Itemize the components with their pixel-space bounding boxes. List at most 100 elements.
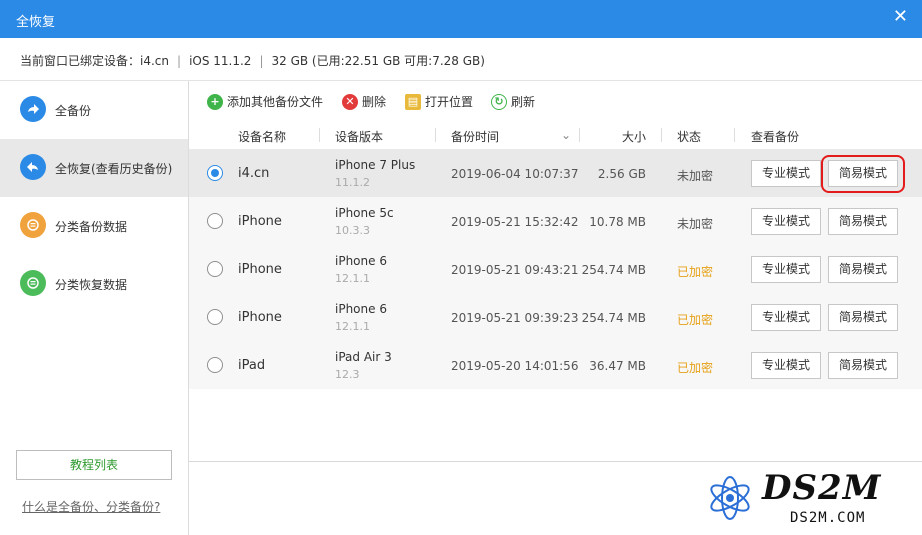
device-model: iPhone 7 Plus [335, 158, 416, 172]
pro-mode-button[interactable]: 专业模式 [751, 304, 821, 331]
window-title: 全恢复 [16, 15, 56, 30]
device-ios-version: 12.1.1 [335, 272, 370, 285]
sidebar-item-category-restore[interactable]: 分类恢复数据 [0, 255, 188, 313]
easy-mode-button[interactable]: 简易模式 [828, 208, 898, 235]
ios-version: iOS 11.1.2 [189, 54, 252, 68]
device-ios-version: 10.3.3 [335, 224, 370, 237]
open-location-button[interactable]: ▤ 打开位置 [405, 93, 473, 110]
arrow-right-icon [20, 96, 46, 122]
sidebar-item-full-restore[interactable]: 全恢复(查看历史备份) [0, 139, 188, 197]
plus-icon: + [207, 93, 223, 110]
refresh-label: 刷新 [511, 95, 536, 109]
device-ios-version: 12.3 [335, 368, 360, 381]
device-model: iPhone 5c [335, 206, 394, 220]
pro-mode-button[interactable]: 专业模式 [751, 160, 821, 187]
header-divider [734, 128, 735, 142]
device-ios-version: 11.1.2 [335, 176, 370, 189]
backup-status: 已加密 [677, 265, 714, 279]
open-location-label: 打开位置 [425, 95, 474, 109]
backup-time: 2019-06-04 10:07:37 [451, 167, 579, 181]
backup-size: 10.78 MB [589, 215, 646, 229]
backup-status: 已加密 [677, 361, 714, 375]
device-name: iPad [238, 358, 266, 373]
device-info-bar: 当前窗口已绑定设备：i4.cn | iOS 11.1.2 | 32 GB (已用:22.… [0, 38, 922, 81]
backup-status: 未加密 [677, 169, 714, 183]
row-radio[interactable] [207, 261, 223, 277]
table-row[interactable]: iPhone iPhone 6 12.1.1 2019-05-21 09:39:… [189, 293, 922, 341]
row-radio[interactable] [207, 309, 223, 325]
header-divider [435, 128, 436, 142]
sidebar-item-label: 分类恢复数据 [55, 278, 128, 292]
title-bar: 全恢复 ✕ [0, 0, 922, 38]
device-model: iPad Air 3 [335, 350, 392, 364]
backup-time: 2019-05-21 09:43:21 [451, 263, 579, 277]
device-name: iPhone [238, 310, 282, 325]
table-row[interactable]: iPhone iPhone 5c 10.3.3 2019-05-21 15:32… [189, 197, 922, 245]
folder-icon: ▤ [405, 93, 421, 110]
refresh-icon: ↻ [491, 93, 507, 110]
atom-logo-icon [710, 476, 750, 520]
category-backup-icon [20, 212, 46, 238]
sidebar-item-full-backup[interactable]: 全备份 [0, 81, 188, 139]
backup-size: 36.47 MB [589, 359, 646, 373]
category-restore-icon [20, 270, 46, 296]
sidebar: 全备份 全恢复(查看历史备份) 分类备份数据 分类恢复数据 教程列表 什么是全备… [0, 81, 189, 535]
pro-mode-button[interactable]: 专业模式 [751, 208, 821, 235]
table-row[interactable]: iPad iPad Air 3 12.3 2019-05-20 14:01:56… [189, 341, 922, 389]
info-separator: | [177, 54, 182, 68]
delete-button[interactable]: ✕ 删除 [342, 93, 386, 110]
sidebar-item-label: 全备份 [55, 104, 92, 118]
header-status[interactable]: 状态 [677, 128, 701, 145]
header-size[interactable]: 大小 [622, 128, 646, 145]
easy-mode-button[interactable]: 简易模式 [828, 256, 898, 283]
backup-size: 2.56 GB [597, 167, 646, 181]
header-backup-time[interactable]: 备份时间 [451, 128, 499, 145]
header-divider [319, 128, 320, 142]
header-device-name[interactable]: 设备名称 [238, 128, 286, 145]
sort-chevron-icon[interactable]: ⌄ [561, 128, 571, 142]
row-radio[interactable] [207, 165, 223, 181]
device-info: 当前窗口已绑定设备：i4.cn | iOS 11.1.2 | 32 GB (已用:22.… [20, 52, 485, 69]
backup-list: i4.cn iPhone 7 Plus 11.1.2 2019-06-04 10… [189, 148, 922, 462]
backup-size: 254.74 MB [581, 263, 646, 277]
backup-time: 2019-05-21 09:39:23 [451, 311, 579, 325]
device-model: iPhone 6 [335, 302, 387, 316]
delete-label: 删除 [362, 95, 387, 109]
easy-mode-button[interactable]: 简易模式 [828, 304, 898, 331]
pro-mode-button[interactable]: 专业模式 [751, 256, 821, 283]
storage-info: 32 GB (已用:22.51 GB 可用:7.28 GB) [271, 54, 485, 68]
header-device-version[interactable]: 设备版本 [335, 128, 383, 145]
delete-icon: ✕ [342, 93, 358, 110]
header-view-backup: 查看备份 [751, 130, 800, 144]
device-ios-version: 12.1.1 [335, 320, 370, 333]
row-radio[interactable] [207, 213, 223, 229]
close-icon[interactable]: ✕ [893, 6, 908, 27]
pro-mode-button[interactable]: 专业模式 [751, 352, 821, 379]
device-name: iPhone [238, 262, 282, 277]
add-backup-label: 添加其他备份文件 [227, 95, 324, 109]
sidebar-item-label: 分类备份数据 [55, 220, 128, 234]
arrow-left-icon [20, 154, 46, 180]
backup-size: 254.74 MB [581, 311, 646, 325]
backup-time: 2019-05-20 14:01:56 [451, 359, 579, 373]
backup-status: 未加密 [677, 217, 714, 231]
table-row[interactable]: iPhone iPhone 6 12.1.1 2019-05-21 09:43:… [189, 245, 922, 293]
row-radio[interactable] [207, 357, 223, 373]
device-name: iPhone [238, 214, 282, 229]
toolbar: + 添加其他备份文件 ✕ 删除 ▤ 打开位置 ↻ 刷新 [189, 81, 922, 122]
add-backup-button[interactable]: + 添加其他备份文件 [207, 93, 323, 110]
refresh-button[interactable]: ↻ 刷新 [491, 93, 535, 110]
sidebar-item-category-backup[interactable]: 分类备份数据 [0, 197, 188, 255]
backup-status: 已加密 [677, 313, 714, 327]
sidebar-item-label: 全恢复(查看历史备份) [55, 162, 173, 176]
easy-mode-button[interactable]: 简易模式 [828, 352, 898, 379]
easy-mode-button[interactable]: 简易模式 [828, 160, 898, 187]
watermark: DS2M DS2M.COM [696, 466, 922, 535]
header-divider [579, 128, 580, 142]
backup-time: 2019-05-21 15:32:42 [451, 215, 579, 229]
device-model: iPhone 6 [335, 254, 387, 268]
device-name: i4.cn [238, 166, 270, 181]
tutorial-list-button[interactable]: 教程列表 [16, 450, 172, 480]
table-row[interactable]: i4.cn iPhone 7 Plus 11.1.2 2019-06-04 10… [189, 149, 922, 197]
help-link[interactable]: 什么是全备份、分类备份? [22, 498, 160, 515]
